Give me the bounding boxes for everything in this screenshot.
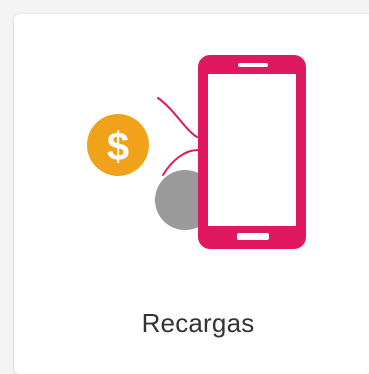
coin-symbol: $ xyxy=(107,125,129,169)
tile-label: Recargas xyxy=(141,308,255,338)
phone-recharge-icon: $ xyxy=(87,55,306,249)
recargas-tile[interactable]: $ Recargas xyxy=(14,14,369,374)
signal-curve-upper xyxy=(157,97,198,138)
smartphone-icon xyxy=(198,55,306,249)
dollar-coin-icon: $ xyxy=(87,114,149,176)
